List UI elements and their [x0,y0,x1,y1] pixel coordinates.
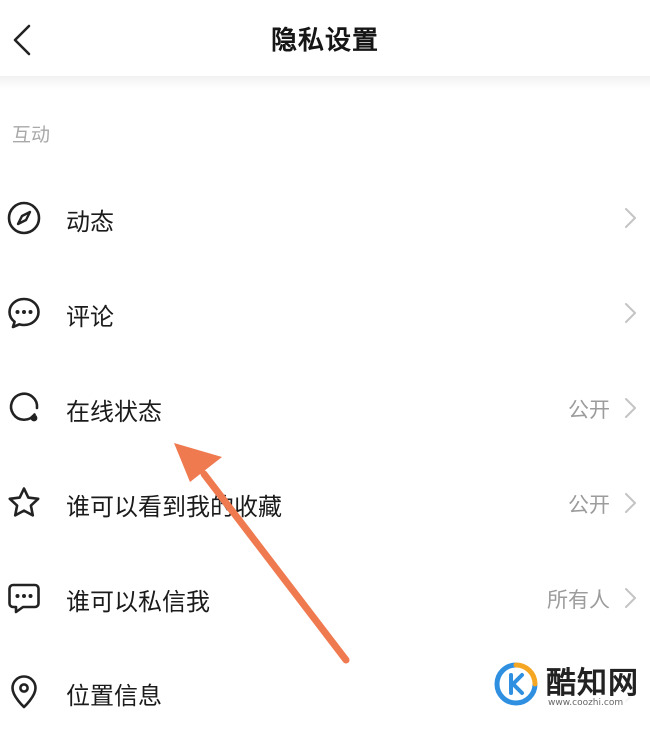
chevron-right-icon [625,588,636,608]
row-value: 所有人 [547,588,610,612]
row-label: 位置信息 [66,682,162,710]
header-divider [0,76,650,90]
chevron-right-icon [625,398,636,418]
row-value: 公开 [568,493,610,517]
watermark: 酷知网 www.coozhi.com [490,656,648,718]
settings-row-favorites-visibility[interactable]: 谁可以看到我的收藏 公开 [0,455,650,549]
page-title: 隐私设置 [270,26,379,56]
chat-bubble-icon [8,297,40,329]
section-label: 互动 [12,124,51,146]
row-label: 谁可以私信我 [66,588,210,616]
star-icon [8,487,40,517]
chevron-right-icon [625,208,636,228]
row-value: 公开 [568,398,610,422]
online-status-icon [9,392,39,422]
chevron-right-icon [625,303,636,323]
message-icon [8,583,40,614]
row-label: 动态 [66,208,114,236]
settings-row-online-status[interactable]: 在线状态 公开 [0,360,650,454]
settings-row-moments[interactable]: 动态 [0,170,650,264]
settings-row-comments[interactable]: 评论 [0,265,650,359]
row-label: 在线状态 [66,398,162,426]
header-bar: 隐私设置 [0,0,650,78]
row-label: 谁可以看到我的收藏 [66,493,282,521]
compass-icon [7,201,41,235]
coozhi-logo-icon [494,662,538,706]
watermark-url: www.coozhi.com [548,698,624,708]
watermark-name: 酷知网 [546,666,639,701]
chevron-right-icon [625,493,636,513]
row-label: 评论 [66,303,114,331]
settings-row-direct-message[interactable]: 谁可以私信我 所有人 [0,550,650,644]
location-pin-icon [11,675,37,709]
